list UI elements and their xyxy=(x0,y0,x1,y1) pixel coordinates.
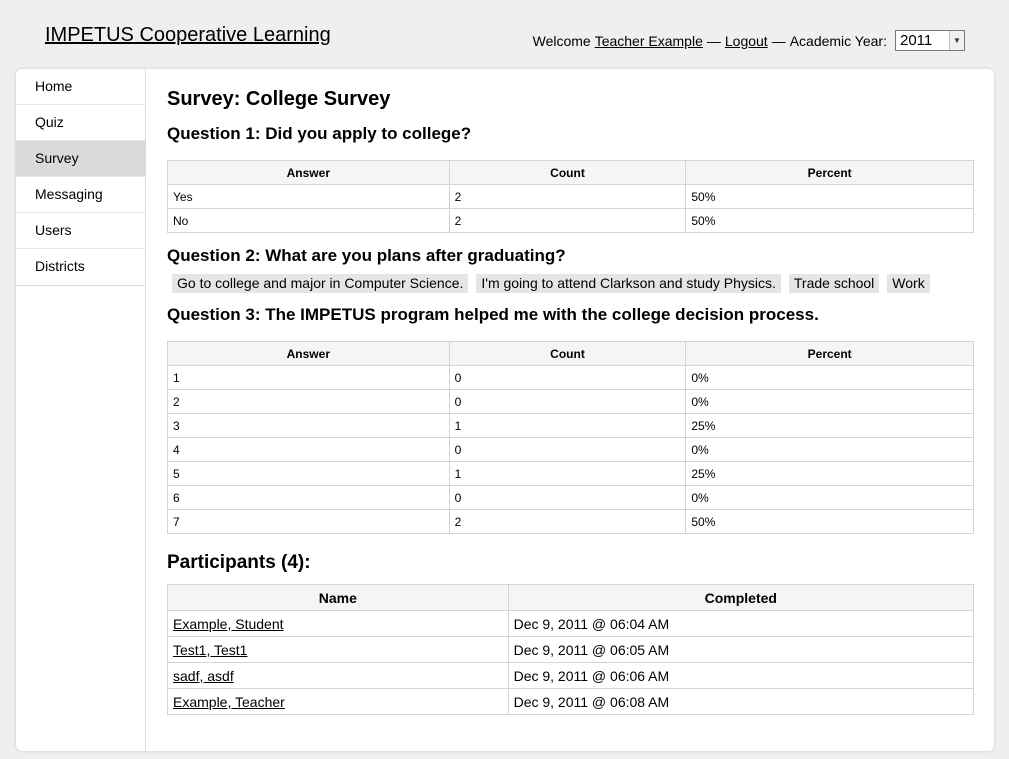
percent-cell: 0% xyxy=(685,485,974,510)
completed-cell: Dec 9, 2011 @ 06:08 AM xyxy=(507,688,975,715)
table-header-row: Answer Count Percent xyxy=(167,341,974,366)
column-header-completed: Completed xyxy=(507,584,975,611)
free-text-answer: Work xyxy=(887,274,930,293)
table-row: 5 1 25% xyxy=(167,461,974,486)
percent-cell: 0% xyxy=(685,365,974,390)
percent-cell: 50% xyxy=(685,184,974,209)
table-row: No 2 50% xyxy=(167,208,974,233)
percent-cell: 25% xyxy=(685,413,974,438)
question-2-title: Question 2: What are you plans after gra… xyxy=(167,246,566,265)
column-header-count: Count xyxy=(448,160,687,185)
completed-cell: Dec 9, 2011 @ 06:06 AM xyxy=(507,662,975,689)
participant-link[interactable]: Example, Teacher xyxy=(173,694,285,710)
count-cell: 0 xyxy=(448,485,687,510)
participant-link[interactable]: sadf, asdf xyxy=(173,668,234,684)
table-row: 2 0 0% xyxy=(167,389,974,414)
percent-cell: 25% xyxy=(685,461,974,486)
participant-name-cell: sadf, asdf xyxy=(167,662,509,689)
table-header-row: Answer Count Percent xyxy=(167,160,974,185)
completed-cell: Dec 9, 2011 @ 06:05 AM xyxy=(507,636,975,663)
free-text-answer: Go to college and major in Computer Scie… xyxy=(172,274,469,293)
participant-link[interactable]: Example, Student xyxy=(173,616,284,632)
count-cell: 0 xyxy=(448,437,687,462)
question-2-answers: Go to college and major in Computer Scie… xyxy=(172,274,930,293)
percent-cell: 0% xyxy=(685,437,974,462)
sidebar-item-messaging[interactable]: Messaging xyxy=(16,177,145,213)
column-header-count: Count xyxy=(448,341,687,366)
user-bar: Welcome Teacher Example — Logout — Acade… xyxy=(533,30,965,51)
academic-year-select[interactable]: 2011 ▼ xyxy=(895,30,965,51)
participant-link[interactable]: Test1, Test1 xyxy=(173,642,247,658)
column-header-answer: Answer xyxy=(167,160,450,185)
site-title-link[interactable]: IMPETUS Cooperative Learning xyxy=(45,24,331,47)
participant-name-cell: Test1, Test1 xyxy=(167,636,509,663)
table-row: Test1, Test1 Dec 9, 2011 @ 06:05 AM xyxy=(167,636,975,663)
count-cell: 0 xyxy=(448,365,687,390)
answer-cell: Yes xyxy=(167,184,450,209)
answer-cell: 7 xyxy=(167,509,450,534)
academic-year-label: Academic Year: xyxy=(789,32,887,49)
table-row: 6 0 0% xyxy=(167,485,974,510)
table-row: sadf, asdf Dec 9, 2011 @ 06:06 AM xyxy=(167,662,975,689)
sidebar-item-users[interactable]: Users xyxy=(16,213,145,249)
question-1-title: Question 1: Did you apply to college? xyxy=(167,124,472,143)
column-header-name: Name xyxy=(167,584,509,611)
main-panel: Home Quiz Survey Messaging Users Distric… xyxy=(16,69,994,751)
sidebar-item-districts[interactable]: Districts xyxy=(16,249,145,285)
table-row: 4 0 0% xyxy=(167,437,974,462)
table-row: Example, Student Dec 9, 2011 @ 06:04 AM xyxy=(167,610,975,637)
column-header-answer: Answer xyxy=(167,341,450,366)
question-3-title: Question 3: The IMPETUS program helped m… xyxy=(167,305,819,324)
free-text-answer: Trade school xyxy=(788,274,880,293)
column-header-percent: Percent xyxy=(685,160,974,185)
table-row: 3 1 25% xyxy=(167,413,974,438)
sidebar-item-quiz[interactable]: Quiz xyxy=(16,105,145,141)
count-cell: 2 xyxy=(448,509,687,534)
participant-name-cell: Example, Student xyxy=(167,610,509,637)
participants-title: Participants (4): xyxy=(167,552,311,573)
question-1-results-table: Answer Count Percent Yes 2 50% No 2 50% xyxy=(167,160,974,233)
sidebar-item-survey[interactable]: Survey xyxy=(16,141,145,177)
table-row: Example, Teacher Dec 9, 2011 @ 06:08 AM xyxy=(167,688,975,715)
count-cell: 0 xyxy=(448,389,687,414)
table-row: 7 2 50% xyxy=(167,509,974,534)
count-cell: 2 xyxy=(448,184,687,209)
answer-cell: No xyxy=(167,208,450,233)
count-cell: 2 xyxy=(448,208,687,233)
free-text-answer: I'm going to attend Clarkson and study P… xyxy=(476,274,781,293)
completed-cell: Dec 9, 2011 @ 06:04 AM xyxy=(507,610,975,637)
answer-cell: 2 xyxy=(167,389,450,414)
answer-cell: 3 xyxy=(167,413,450,438)
table-row: Yes 2 50% xyxy=(167,184,974,209)
page-title: Survey: College Survey xyxy=(167,88,391,110)
participant-name-cell: Example, Teacher xyxy=(167,688,509,715)
count-cell: 1 xyxy=(448,461,687,486)
user-profile-link[interactable]: Teacher Example xyxy=(595,33,703,49)
count-cell: 1 xyxy=(448,413,687,438)
column-header-percent: Percent xyxy=(685,341,974,366)
sidebar: Home Quiz Survey Messaging Users Distric… xyxy=(16,69,146,751)
participants-table: Name Completed Example, Student Dec 9, 2… xyxy=(167,584,975,715)
answer-cell: 1 xyxy=(167,365,450,390)
welcome-text: Welcome xyxy=(532,32,591,49)
answer-cell: 6 xyxy=(167,485,450,510)
separator: — xyxy=(706,32,721,49)
percent-cell: 0% xyxy=(685,389,974,414)
table-header-row: Name Completed xyxy=(167,584,975,611)
sidebar-item-home[interactable]: Home xyxy=(16,69,145,105)
percent-cell: 50% xyxy=(685,208,974,233)
sidebar-nav: Home Quiz Survey Messaging Users Distric… xyxy=(16,69,145,286)
separator: — xyxy=(771,32,786,49)
question-3-results-table: Answer Count Percent 1 0 0% 2 0 0% 3 1 2… xyxy=(167,341,974,534)
answer-cell: 4 xyxy=(167,437,450,462)
chevron-down-icon: ▼ xyxy=(949,31,964,50)
answer-cell: 5 xyxy=(167,461,450,486)
percent-cell: 50% xyxy=(685,509,974,534)
logout-link[interactable]: Logout xyxy=(725,33,768,49)
table-row: 1 0 0% xyxy=(167,365,974,390)
academic-year-value: 2011 xyxy=(900,32,933,49)
